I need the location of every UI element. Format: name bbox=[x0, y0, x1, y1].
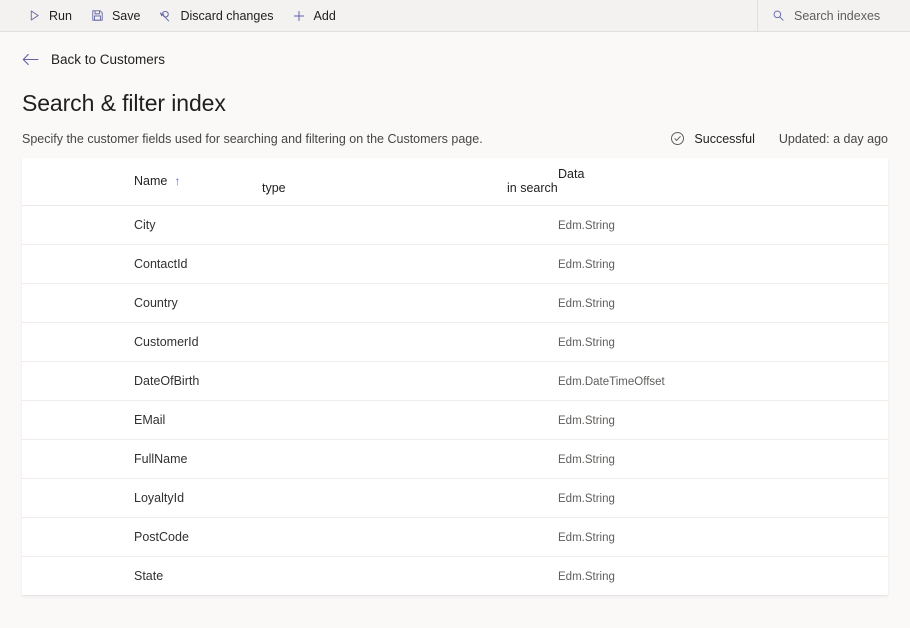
cell-field-name: PostCode bbox=[22, 517, 262, 556]
table-row[interactable]: DateOfBirth Edm.DateTimeOffset bbox=[22, 361, 888, 400]
search-indexes-box[interactable] bbox=[772, 9, 910, 23]
page-header: Search & filter index Specify the custom… bbox=[0, 71, 910, 146]
field-name-text: FullName bbox=[78, 452, 188, 466]
last-updated-label: Updated: a day ago bbox=[779, 132, 888, 146]
cell-included-in-search[interactable] bbox=[507, 322, 888, 361]
search-indexes-input[interactable] bbox=[794, 9, 910, 23]
cell-included-in-search[interactable] bbox=[507, 517, 888, 556]
cell-field-name: EMail bbox=[22, 400, 262, 439]
run-button[interactable]: Run bbox=[18, 0, 81, 31]
table-row[interactable]: Country Edm.String bbox=[22, 283, 888, 322]
cell-field-name: DateOfBirth bbox=[22, 361, 262, 400]
save-button[interactable]: Save bbox=[81, 0, 150, 31]
discard-changes-button-label: Discard changes bbox=[180, 9, 273, 23]
cell-data-type: Edm.DateTimeOffset bbox=[262, 361, 507, 400]
search-indexes-container bbox=[757, 0, 910, 31]
cell-data-type: Edm.String bbox=[262, 244, 507, 283]
field-name-text: City bbox=[78, 218, 156, 232]
back-to-customers-label: Back to Customers bbox=[51, 52, 165, 67]
field-name-text: LoyaltyId bbox=[78, 491, 184, 505]
table-row[interactable]: City Edm.String bbox=[22, 205, 888, 244]
cell-field-name: CustomerId bbox=[22, 322, 262, 361]
status-group: Successful Updated: a day ago bbox=[670, 131, 888, 146]
column-header-name[interactable]: Name ↑ bbox=[22, 158, 262, 205]
cell-data-type: Edm.String bbox=[262, 205, 507, 244]
column-header-name-label: Name bbox=[134, 174, 167, 188]
page-subheader-row: Specify the customer fields used for sea… bbox=[22, 131, 888, 146]
field-name-text: PostCode bbox=[78, 530, 189, 544]
field-name-text: State bbox=[78, 569, 163, 583]
cell-field-name: City bbox=[22, 205, 262, 244]
cell-included-in-search[interactable] bbox=[507, 361, 888, 400]
cell-data-type: Edm.String bbox=[262, 283, 507, 322]
field-name-text: DateOfBirth bbox=[78, 374, 199, 388]
command-bar: Run Save Discard changes bbox=[0, 0, 910, 32]
field-name-text: ContactId bbox=[78, 257, 188, 271]
cell-field-name: FullName bbox=[22, 439, 262, 478]
back-to-customers-link[interactable]: Back to Customers bbox=[22, 52, 165, 67]
save-icon bbox=[90, 8, 105, 23]
add-button[interactable]: Add bbox=[283, 0, 345, 31]
cell-included-in-search[interactable] bbox=[507, 244, 888, 283]
page-subtitle: Specify the customer fields used for sea… bbox=[22, 132, 483, 146]
cell-data-type: Edm.String bbox=[262, 322, 507, 361]
column-header-data-type[interactable]: Data type bbox=[262, 158, 507, 205]
command-bar-actions: Run Save Discard changes bbox=[0, 0, 757, 31]
check-circle-icon bbox=[670, 131, 685, 146]
cell-data-type: Edm.String bbox=[262, 517, 507, 556]
back-navigation: Back to Customers bbox=[0, 32, 910, 71]
run-button-label: Run bbox=[49, 9, 72, 23]
table-row[interactable]: EMail Edm.String bbox=[22, 400, 888, 439]
cell-field-name: State bbox=[22, 556, 262, 595]
page-title: Search & filter index bbox=[22, 90, 888, 117]
cell-data-type: Edm.String bbox=[262, 556, 507, 595]
cell-field-name: Country bbox=[22, 283, 262, 322]
field-name-text: EMail bbox=[78, 413, 165, 427]
cell-field-name: ContactId bbox=[22, 244, 262, 283]
cell-data-type: Edm.String bbox=[262, 400, 507, 439]
cell-included-in-search[interactable] bbox=[507, 400, 888, 439]
table-row[interactable]: CustomerId Edm.String bbox=[22, 322, 888, 361]
fields-table-card: Name ↑ Data type Included in search City E… bbox=[22, 158, 888, 595]
column-header-included-in-search[interactable]: Included in search bbox=[507, 158, 888, 205]
plus-icon bbox=[292, 8, 307, 23]
table-row[interactable]: PostCode Edm.String bbox=[22, 517, 888, 556]
table-header-row: Name ↑ Data type Included in search bbox=[22, 158, 888, 205]
save-button-label: Save bbox=[112, 9, 141, 23]
cell-included-in-search[interactable] bbox=[507, 439, 888, 478]
table-row[interactable]: ContactId Edm.String bbox=[22, 244, 888, 283]
status-label: Successful bbox=[694, 132, 754, 146]
play-icon bbox=[27, 8, 42, 23]
sort-ascending-icon: ↑ bbox=[174, 174, 180, 188]
fields-table: Name ↑ Data type Included in search City E… bbox=[22, 158, 888, 595]
discard-changes-button[interactable]: Discard changes bbox=[149, 0, 282, 31]
cell-data-type: Edm.String bbox=[262, 478, 507, 517]
table-row[interactable]: State Edm.String bbox=[22, 556, 888, 595]
search-icon bbox=[772, 9, 785, 22]
fields-table-body: CityEdm.StringContactIdEdm.StringCountry… bbox=[22, 205, 888, 595]
cell-data-type: Edm.String bbox=[262, 439, 507, 478]
table-row[interactable]: LoyaltyId Edm.String bbox=[22, 478, 888, 517]
cell-included-in-search[interactable] bbox=[507, 283, 888, 322]
cell-included-in-search[interactable] bbox=[507, 478, 888, 517]
cell-included-in-search[interactable] bbox=[507, 556, 888, 595]
add-button-label: Add bbox=[314, 9, 336, 23]
arrow-left-icon bbox=[22, 53, 39, 66]
cell-included-in-search[interactable] bbox=[507, 205, 888, 244]
fields-table-header: Name ↑ Data type Included in search bbox=[22, 158, 888, 205]
table-row[interactable]: FullName Edm.String bbox=[22, 439, 888, 478]
column-header-included-in-search-label: Included in search bbox=[507, 167, 888, 195]
field-name-text: CustomerId bbox=[78, 335, 199, 349]
undo-icon bbox=[158, 8, 173, 23]
status-badge: Successful bbox=[670, 131, 754, 146]
field-name-text: Country bbox=[78, 296, 178, 310]
cell-field-name: LoyaltyId bbox=[22, 478, 262, 517]
